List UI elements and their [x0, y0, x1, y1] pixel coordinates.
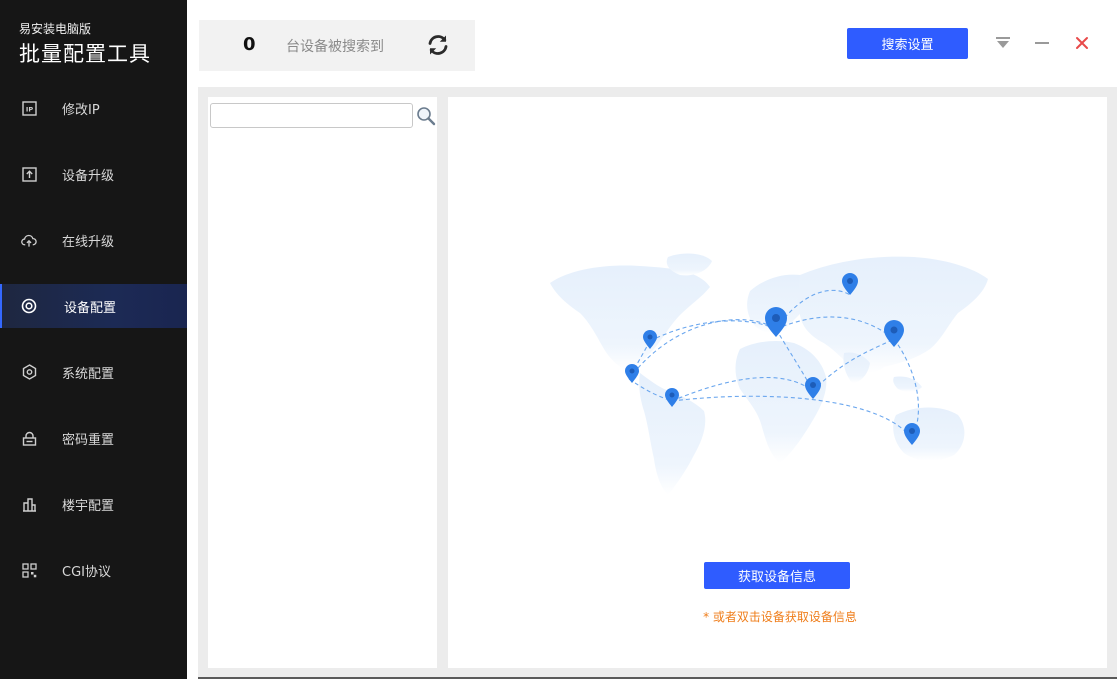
hint-text: * 或者双击设备获取设备信息 — [703, 610, 857, 624]
sidebar-item-online-upgrade[interactable]: 在线升级 — [0, 218, 187, 262]
ip-icon: IP — [21, 100, 37, 116]
hexagon-gear-icon — [21, 364, 37, 380]
sidebar-item-cgi-protocol[interactable]: CGI协议 — [0, 548, 187, 592]
sidebar-item-device-upgrade[interactable]: 设备升级 — [0, 152, 187, 196]
sidebar-item-label: 楼宇配置 — [62, 498, 115, 514]
main-panel: 获取设备信息 * 或者双击设备获取设备信息 — [448, 97, 1107, 668]
sidebar-item-label: 密码重置 — [62, 432, 115, 448]
upload-box-icon — [21, 166, 37, 182]
continents — [550, 253, 988, 495]
app-window: 易安装电脑版 批量配置工具 IP 修改IP 设备升级 在线升级 设备配置 系统配… — [0, 0, 1117, 679]
cloud-upload-icon — [21, 232, 37, 248]
sidebar-item-device-config[interactable]: 设备配置 — [0, 284, 187, 328]
content-area: 获取设备信息 * 或者双击设备获取设备信息 — [198, 87, 1117, 679]
device-count: 0 — [243, 34, 256, 55]
minimize-icon[interactable] — [1032, 33, 1052, 53]
search-settings-button[interactable]: 搜索设置 — [847, 28, 968, 59]
sidebar-item-label: 设备升级 — [62, 168, 115, 184]
search-input[interactable] — [210, 103, 413, 128]
dropdown-triangle-icon[interactable] — [993, 33, 1013, 53]
sidebar-item-label: 修改IP — [62, 102, 100, 118]
sidebar-item-building-config[interactable]: 楼宇配置 — [0, 482, 187, 526]
search-icon[interactable] — [416, 106, 436, 126]
target-icon — [21, 298, 37, 314]
brand-title: 批量配置工具 — [19, 42, 151, 66]
sidebar-item-system-config[interactable]: 系统配置 — [0, 350, 187, 394]
device-count-label: 台设备被搜索到 — [286, 39, 384, 55]
sidebar-item-label: 设备配置 — [64, 300, 117, 316]
lock-icon — [21, 430, 37, 446]
sidebar-item-label: 在线升级 — [62, 234, 115, 250]
fetch-device-info-button[interactable]: 获取设备信息 — [704, 562, 850, 589]
device-counter: 0 台设备被搜索到 — [199, 20, 475, 71]
sidebar: 易安装电脑版 批量配置工具 IP 修改IP 设备升级 在线升级 设备配置 系统配… — [0, 0, 187, 679]
world-map-illustration — [550, 253, 988, 495]
qr-grid-icon — [21, 562, 37, 578]
device-list-panel — [208, 97, 437, 668]
refresh-icon[interactable] — [425, 32, 451, 58]
sidebar-item-label: 系统配置 — [62, 366, 115, 382]
sidebar-item-password-reset[interactable]: 密码重置 — [0, 416, 187, 460]
top-bar: 0 台设备被搜索到 搜索设置 — [187, 0, 1117, 87]
sidebar-item-modify-ip[interactable]: IP 修改IP — [0, 86, 187, 130]
sidebar-item-label: CGI协议 — [62, 564, 111, 580]
building-icon — [21, 496, 37, 512]
close-icon[interactable] — [1072, 33, 1092, 53]
svg-text:IP: IP — [25, 105, 32, 113]
brand-subtitle: 易安装电脑版 — [19, 22, 92, 36]
